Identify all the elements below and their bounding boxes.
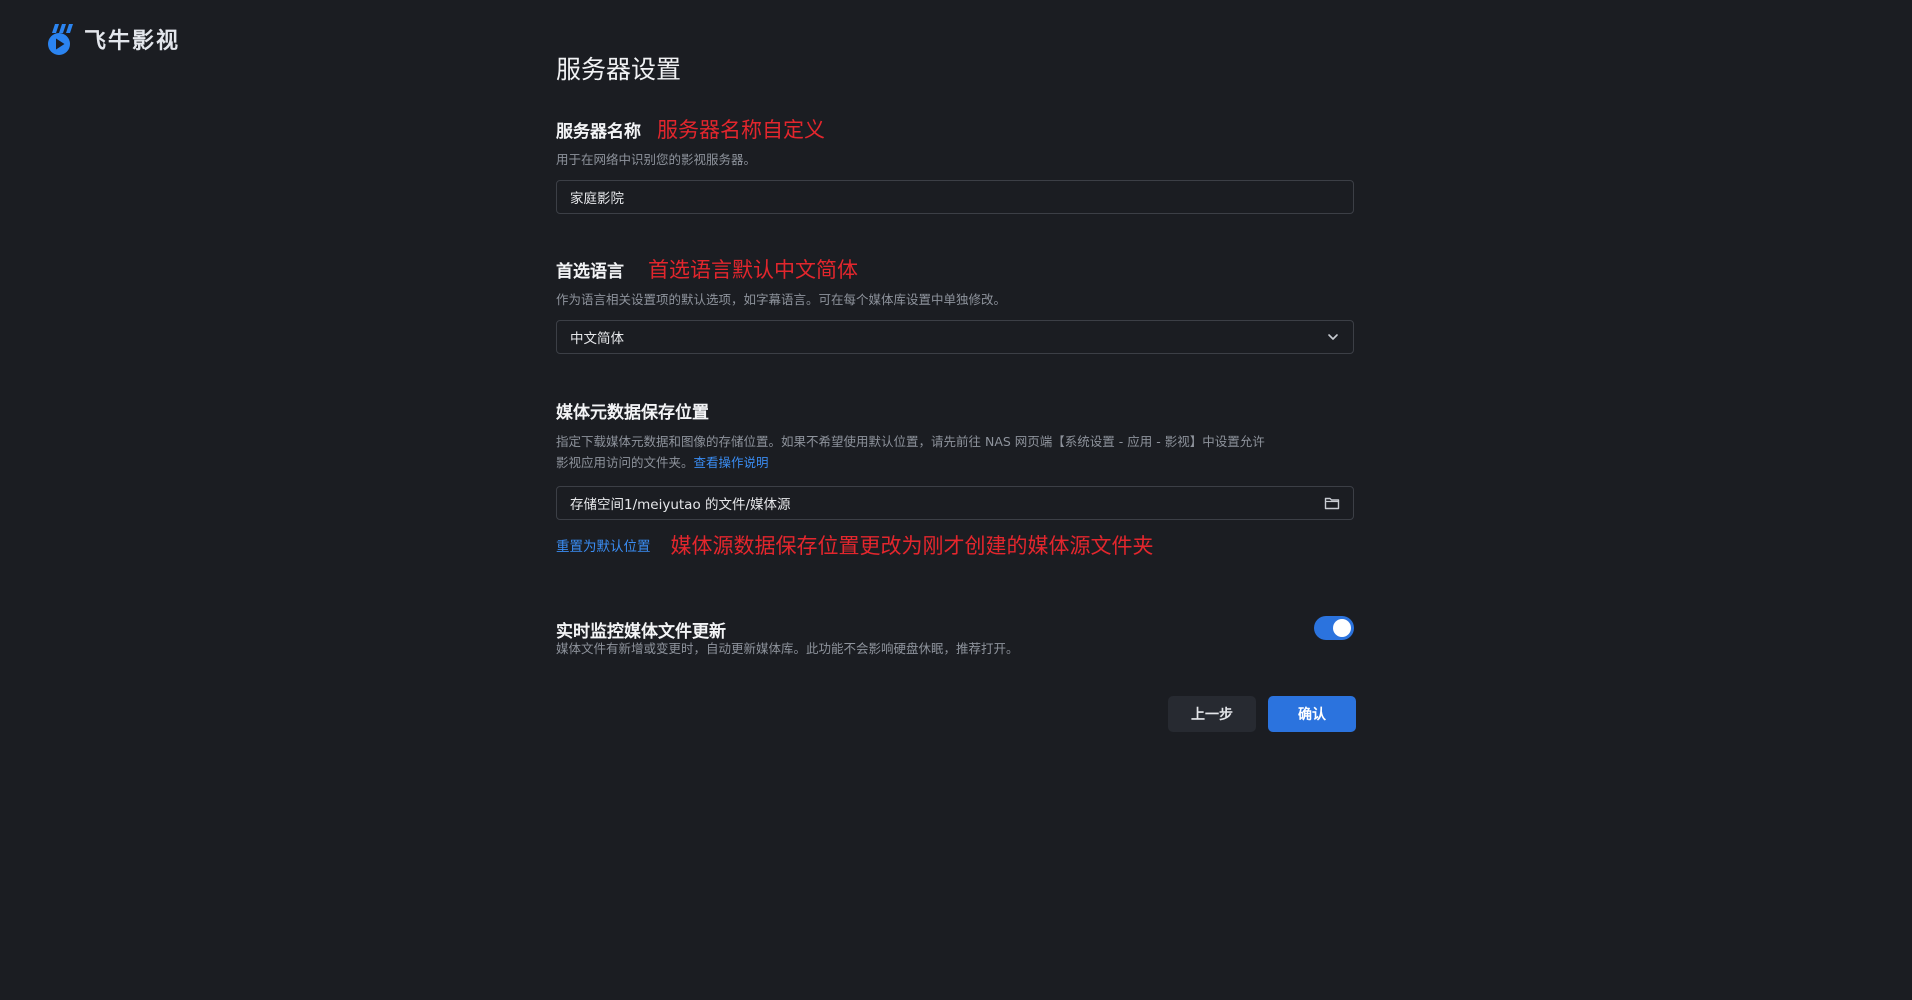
metadata-path-input[interactable]: 存储空间1/meiyutao 的文件/媒体源 [556, 486, 1354, 520]
server-name-value: 家庭影院 [570, 191, 624, 207]
metadata-description-line2: 影视应用访问的文件夹。 [556, 455, 694, 470]
folder-icon[interactable] [1324, 496, 1340, 510]
server-name-header: 服务器名称 服务器名称自定义 [556, 114, 825, 144]
app-name: 飞牛影视 [84, 29, 181, 54]
metadata-location-description: 指定下载媒体元数据和图像的存储位置。如果不希望使用默认位置，请先前往 NAS 网… [556, 431, 1356, 473]
language-select[interactable]: 中文简体 [556, 320, 1354, 354]
app-logo: 飞牛影视 [46, 22, 180, 56]
chevron-down-icon [1326, 330, 1340, 344]
metadata-reset-row: 重置为默认位置 媒体源数据保存位置更改为刚才创建的媒体源文件夹 [556, 530, 1154, 560]
server-name-label: 服务器名称 [556, 121, 641, 142]
setup-page: 飞牛影视 服务器设置 服务器名称 服务器名称自定义 用于在网络中识别您的影视服务… [0, 0, 1912, 1000]
help-link[interactable]: 查看操作说明 [694, 455, 769, 470]
reset-default-link[interactable]: 重置为默认位置 [556, 535, 651, 555]
language-description: 作为语言相关设置项的默认选项，如字幕语言。可在每个媒体库设置中单独修改。 [556, 292, 1007, 307]
server-name-input[interactable]: 家庭影院 [556, 180, 1354, 214]
language-annotation: 首选语言默认中文简体 [648, 258, 858, 282]
toggle-knob [1333, 619, 1351, 637]
metadata-location-label: 媒体元数据保存位置 [556, 403, 709, 423]
language-selected: 中文简体 [570, 331, 624, 347]
page-title: 服务器设置 [556, 55, 682, 84]
language-label: 首选语言 [556, 261, 624, 282]
realtime-monitor-toggle[interactable] [1314, 616, 1354, 640]
previous-step-button[interactable]: 上一步 [1168, 696, 1256, 732]
realtime-monitor-description: 媒体文件有新增或变更时，自动更新媒体库。此功能不会影响硬盘休眠，推荐打开。 [556, 641, 1019, 656]
metadata-description-line1: 指定下载媒体元数据和图像的存储位置。如果不希望使用默认位置，请先前往 NAS 网… [556, 434, 1265, 449]
server-name-description: 用于在网络中识别您的影视服务器。 [556, 152, 757, 167]
language-header: 首选语言 首选语言默认中文简体 [556, 254, 858, 284]
metadata-path-value: 存储空间1/meiyutao 的文件/媒体源 [570, 497, 791, 513]
metadata-annotation: 媒体源数据保存位置更改为刚才创建的媒体源文件夹 [670, 534, 1154, 558]
confirm-button[interactable]: 确认 [1268, 696, 1356, 732]
logo-icon [48, 24, 73, 55]
server-name-annotation: 服务器名称自定义 [657, 118, 825, 142]
